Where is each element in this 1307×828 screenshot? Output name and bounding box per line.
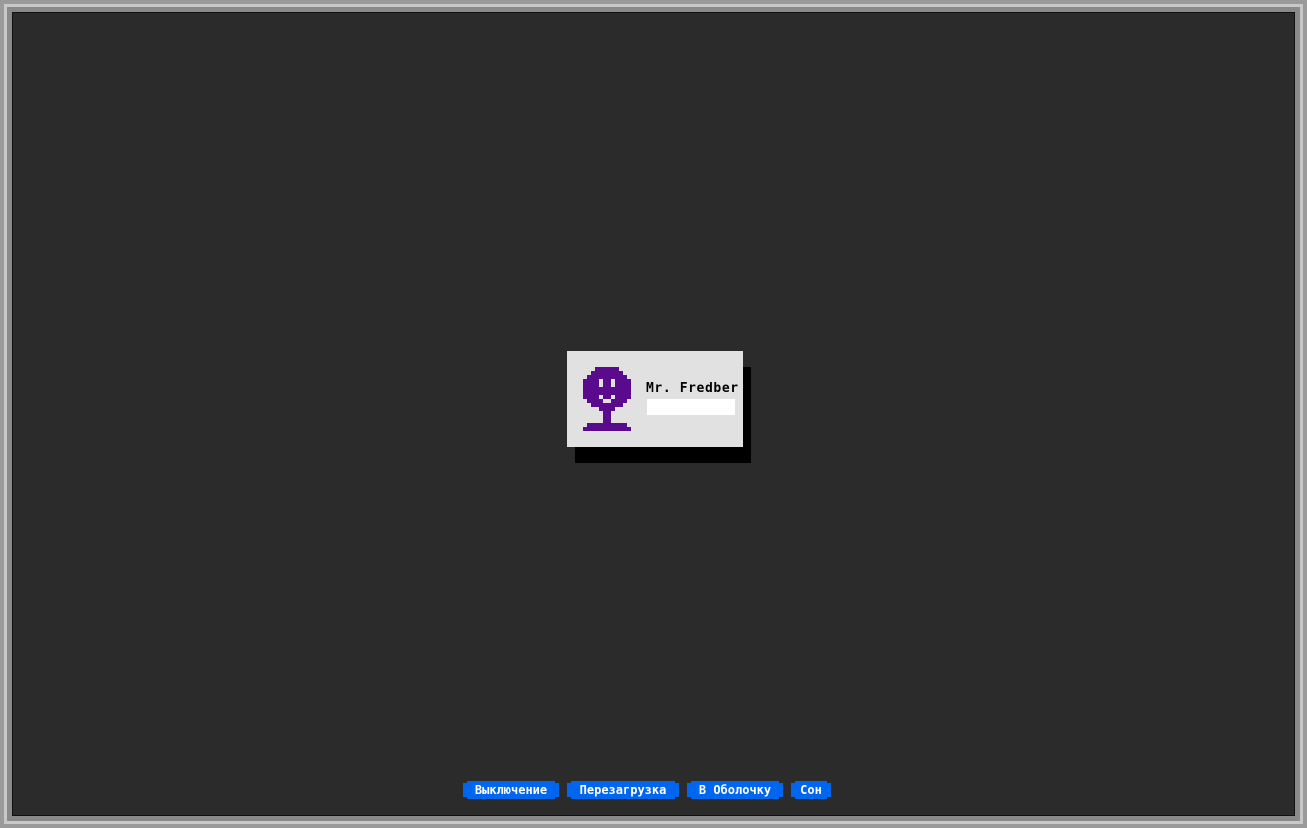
password-field[interactable]	[647, 399, 735, 415]
username-label: Mr. Fredber	[646, 381, 739, 396]
sleep-button[interactable]: Сон	[791, 781, 831, 799]
login-screen: Mr. Fredber Выключение Перезагрузка В Об…	[12, 12, 1295, 816]
shell-button[interactable]: В Оболочку	[687, 781, 783, 799]
shutdown-button[interactable]: Выключение	[463, 781, 559, 799]
reboot-button[interactable]: Перезагрузка	[567, 781, 679, 799]
user-avatar-icon[interactable]	[583, 367, 631, 431]
power-button-bar: Выключение Перезагрузка В Оболочку Сон	[13, 781, 1296, 801]
login-card: Mr. Fredber	[567, 351, 743, 447]
